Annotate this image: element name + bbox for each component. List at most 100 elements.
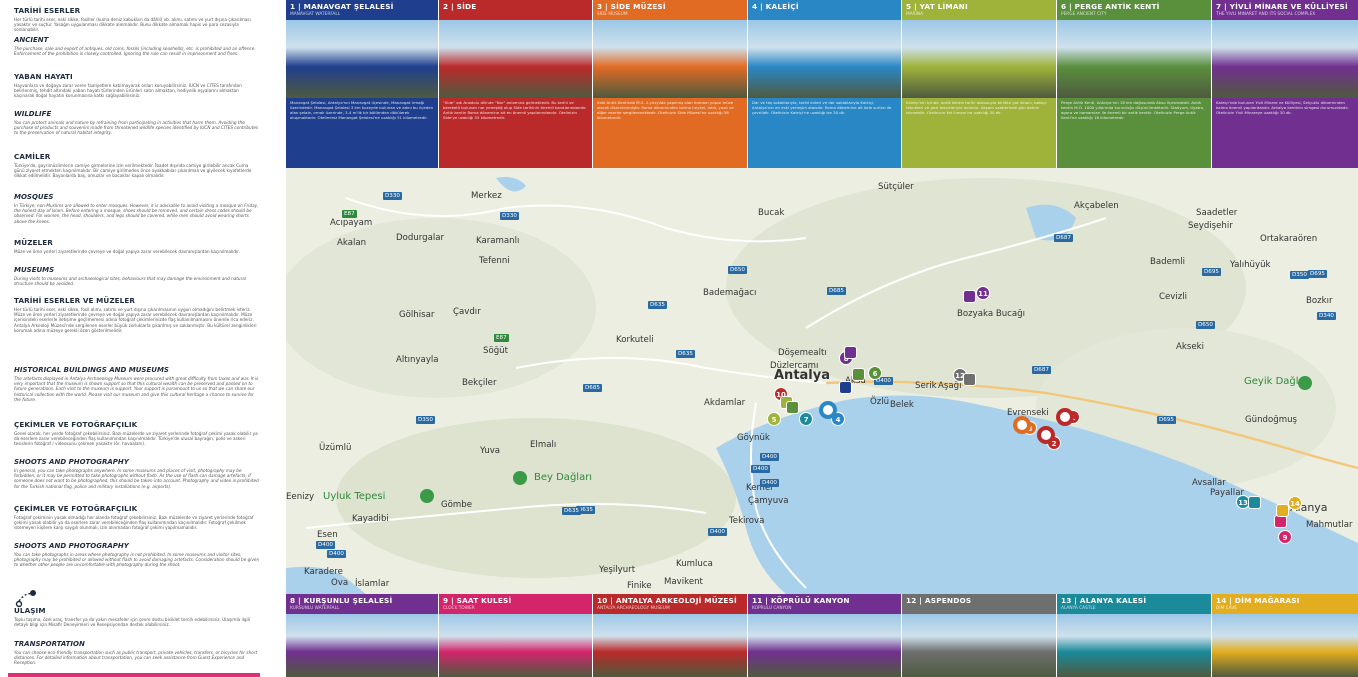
- road-shield: D685: [583, 384, 602, 392]
- tile-title: 6 | PERGE ANTİK KENTİ: [1061, 2, 1160, 11]
- town-label: Tekirova: [729, 516, 765, 526]
- info-section: HISTORICAL BUILDINGS AND MUSEUMS The arte…: [14, 366, 260, 402]
- tile-photo: [748, 614, 901, 677]
- region-map[interactable]: Merkez Bucak Sütçüler Akçabelen Saadetler Sey…: [286, 168, 1358, 594]
- tile-photo: [1057, 20, 1211, 98]
- section-heading: ÇEKİMLER VE FOTOĞRAFÇILIK: [14, 420, 138, 429]
- tile-header: 10 | ANTALYA ARKEOLOJİ MÜZESİ ANTALYA ARC…: [593, 594, 747, 614]
- road-shield: D635: [562, 507, 581, 515]
- attraction-tile[interactable]: 3 | SİDE MÜZESİ SIDE MUSEUM Side Antik Ken…: [593, 0, 747, 168]
- section-text: During visits to museums and archaeologi…: [14, 276, 247, 287]
- tile-header: 12 | ASPENDOS: [902, 594, 1056, 614]
- town-label: Saadetler: [1196, 208, 1238, 218]
- attraction-tile[interactable]: 6 | PERGE ANTİK KENTİ PERGE ANCIENT CITY P…: [1057, 0, 1211, 168]
- town-label: Bucak: [758, 208, 785, 218]
- tile-header: 3 | SİDE MÜZESİ SIDE MUSEUM: [593, 0, 747, 20]
- road-shield: D330: [500, 212, 519, 220]
- town-label: Bademli: [1150, 257, 1186, 267]
- town-label: Kumluca: [676, 559, 713, 569]
- attraction-tile[interactable]: 1 | MANAVGAT ŞELALESİ MANAVGAT WATERFALL M…: [286, 0, 438, 168]
- attraction-tile[interactable]: 10 | ANTALYA ARKEOLOJİ MÜZESİ ANTALYA ARC…: [593, 594, 747, 677]
- tile-subtitle: THE YIVLI MINARET AND ITS SOCIAL COMPLEX: [1216, 12, 1316, 17]
- attraction-tile[interactable]: 8 | KURŞUNLU ŞELALESİ KURSUNLU WATERFALL: [286, 594, 438, 677]
- attraction-tile[interactable]: 14 | DİM MAĞARASI DIM CAVE: [1212, 594, 1358, 677]
- tile-subtitle: SIDE MUSEUM: [597, 12, 628, 17]
- tile-photo: [902, 614, 1056, 677]
- attraction-tile[interactable]: 2 | SİDE "Side" adı Anadolu dilinde "Nar"…: [439, 0, 592, 168]
- town-label: Altınyayla: [396, 355, 439, 365]
- tile-title: 12 | ASPENDOS: [906, 596, 972, 605]
- town-label: Avsallar: [1192, 478, 1226, 488]
- town-label: Yeşilyurt: [599, 565, 636, 575]
- tile-photo: [593, 614, 747, 677]
- tile-header: 4 | KALEİÇİ: [748, 0, 901, 20]
- tile-subtitle: KOPRULU CANYON: [752, 606, 792, 611]
- tile-title: 11 | KÖPRÜLÜ KANYON: [752, 596, 850, 605]
- attraction-marker[interactable]: 7: [799, 412, 813, 426]
- attraction-marker[interactable]: 9: [1278, 530, 1292, 544]
- attraction-marker[interactable]: 6: [868, 366, 882, 380]
- bus-icon: [14, 588, 38, 608]
- town-label: Serik: [915, 381, 937, 391]
- road-shield: D400: [751, 465, 770, 473]
- tile-title: 3 | SİDE MÜZESİ: [597, 2, 666, 11]
- town-label: Akçabelen: [1074, 201, 1119, 211]
- marker-ring: [1056, 408, 1074, 426]
- park-label: Uyluk Tepesi: [323, 491, 386, 502]
- section-text: Fotoğraf çekiminin yasak olmadığı her al…: [14, 515, 254, 531]
- info-section: WILDLIFE You can protect animals and natu…: [14, 110, 260, 136]
- town-label: Cevizli: [1159, 292, 1188, 302]
- tile-subtitle: DIM CAVE: [1216, 606, 1237, 611]
- town-label: Mahmutlar: [1306, 520, 1353, 530]
- road-shield: D400: [708, 528, 727, 536]
- town-label: Acıpayam: [330, 218, 373, 228]
- section-text: In general, you can take photographs any…: [14, 468, 259, 489]
- section-heading: MUSEUMS: [14, 266, 55, 274]
- attraction-tile[interactable]: 5 | YAT LİMANI MARINA Kaleiçi'nin içinde, …: [902, 0, 1056, 168]
- attraction-tile[interactable]: 4 | KALEİÇİ Dar ve taş sokaklarıyla, tari…: [748, 0, 901, 168]
- road-shield: D635: [676, 350, 695, 358]
- town-label: Gölhisar: [399, 310, 435, 320]
- town-label: Karadere: [304, 567, 343, 577]
- tile-title: 10 | ANTALYA ARKEOLOJİ MÜZESİ: [597, 596, 737, 605]
- attraction-tile[interactable]: 7 | YİVLİ MİNARE VE KÜLLİYESİ THE YIVLI M…: [1212, 0, 1358, 168]
- attraction-tile[interactable]: 9 | SAAT KULESİ CLOCK TOWER: [439, 594, 592, 677]
- park-tree-icon: [1298, 376, 1312, 390]
- town-label: Çavdır: [453, 307, 481, 317]
- tile-photo: [286, 614, 438, 677]
- town-label: Merkez: [471, 191, 502, 201]
- attraction-marker[interactable]: 14: [1288, 496, 1302, 510]
- town-label: Mavikent: [664, 577, 703, 587]
- town-label: Esen: [317, 530, 338, 540]
- tile-photo: [593, 20, 747, 98]
- section-text: You can protect animals and nature by re…: [14, 120, 259, 136]
- town-label: Eenizy: [286, 492, 315, 502]
- section-heading: WILDLIFE: [14, 110, 52, 118]
- attraction-marker[interactable]: 5: [767, 412, 781, 426]
- town-label: Akalan: [337, 238, 367, 248]
- marker-ring: [819, 401, 837, 419]
- attraction-marker[interactable]: 11: [976, 286, 990, 300]
- info-section: YABAN HAYATI Hayvanlara ve doğaya zarar v…: [14, 72, 260, 99]
- tile-description: Kaleiçi'nin içinde, antik kentin tarihi …: [906, 100, 1047, 115]
- tile-subtitle: ALANYA CASTLE: [1061, 606, 1096, 611]
- info-section: ÇEKİMLER VE FOTOĞRAFÇILIK Fotoğraf çekimi…: [14, 504, 260, 531]
- tile-description: Manavgat Şelalesi, Antalya'nın Manavgat …: [290, 100, 434, 120]
- section-heading: YABAN HAYATI: [14, 72, 73, 81]
- town-label: Ova: [331, 578, 349, 588]
- town-label: Seydişehir: [1188, 221, 1233, 231]
- tile-title: 9 | SAAT KULESİ: [443, 596, 512, 605]
- tile-header: 13 | ALANYA KALESİ ALANYA CASTLE: [1057, 594, 1211, 614]
- town-label: Finike: [627, 581, 652, 591]
- tile-photo: [286, 20, 438, 98]
- attraction-tile[interactable]: 12 | ASPENDOS: [902, 594, 1056, 677]
- tent-icon: [844, 346, 857, 359]
- road-shield: E87: [342, 210, 357, 218]
- section-heading: MÜZELER: [14, 238, 53, 247]
- town-label: Döşemealtı: [778, 348, 827, 358]
- section-heading: TARİHİ ESERLER: [14, 6, 81, 15]
- road-shield: D695: [1308, 270, 1327, 278]
- town-label: Bozyaka Bucağı: [957, 309, 1026, 319]
- attraction-tile[interactable]: 11 | KÖPRÜLÜ KANYON KOPRULU CANYON: [748, 594, 901, 677]
- attraction-tile[interactable]: 13 | ALANYA KALESİ ALANYA CASTLE: [1057, 594, 1211, 677]
